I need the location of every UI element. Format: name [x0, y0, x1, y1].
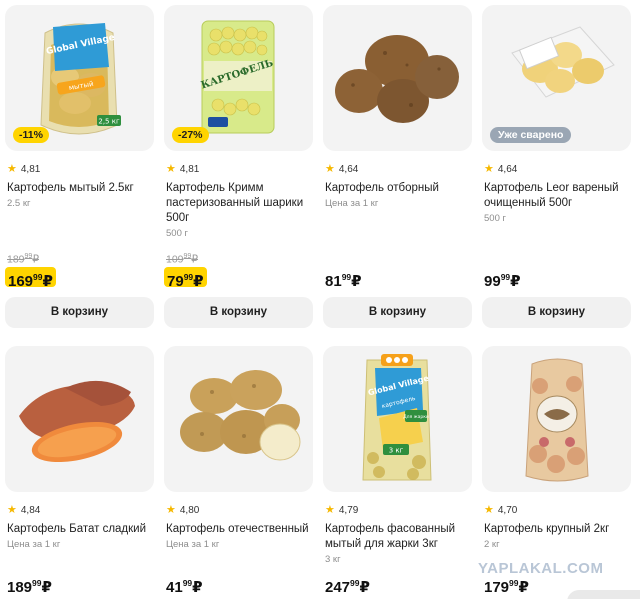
product-name[interactable]: Картофель Батат сладкий Цена за 1 кг: [7, 522, 157, 551]
add-to-cart-button[interactable]: В корзину: [5, 297, 154, 328]
rating-value: 4,64: [497, 164, 518, 175]
price: 4199₽: [166, 578, 203, 596]
rating: ★ 4,81: [7, 162, 40, 176]
product-image[interactable]: Global Village мытый 2,5 кг -11%: [5, 5, 154, 151]
rating-value: 4,70: [497, 505, 518, 516]
price: 8199₽: [325, 272, 362, 290]
product-name[interactable]: Картофель отечественный Цена за 1 кг: [166, 522, 316, 551]
product-weight: Цена за 1 кг: [166, 539, 220, 550]
watermark: YAPLAKAL.COM: [478, 560, 604, 577]
product-weight: 500 г: [484, 213, 506, 224]
rating-value: 4,79: [338, 505, 359, 516]
product-name[interactable]: Картофель Leor вареный очищенный 500г 500…: [484, 181, 634, 225]
star-icon: ★: [7, 504, 17, 516]
product-title[interactable]: Картофель Leor вареный очищенный 500г: [484, 182, 619, 209]
product-weight: 2.5 кг: [7, 198, 31, 209]
rating: ★ 4,84: [7, 503, 40, 517]
sweet-potato-image: [19, 380, 135, 463]
rating-value: 4,84: [20, 505, 41, 516]
product-title[interactable]: Картофель отечественный: [166, 523, 309, 535]
partial-button-corner: [567, 590, 640, 599]
product-name[interactable]: Картофель мытый 2.5кг 2.5 кг: [7, 181, 157, 210]
star-icon: ★: [325, 504, 335, 516]
potato-bag-image: Global Village картофель Для жарки 3 кг: [362, 354, 432, 481]
rating: ★ 4,64: [325, 162, 358, 176]
product-name[interactable]: Картофель крупный 2кг 2 кг: [484, 522, 634, 551]
potatoes-image: [180, 370, 301, 461]
rating: ★ 4,81: [166, 162, 199, 176]
potato-net-bag-image: [525, 358, 589, 482]
package-weight-text: 2,5 кг: [98, 118, 120, 126]
product-image[interactable]: КАРТОФЕЛЬ -27%: [164, 5, 313, 151]
add-to-cart-button[interactable]: В корзину: [164, 297, 313, 328]
star-icon: ★: [166, 504, 176, 516]
star-icon: ★: [484, 504, 494, 516]
product-title[interactable]: Картофель крупный 2кг: [484, 523, 609, 535]
product-name[interactable]: Картофель отборный Цена за 1 кг: [325, 181, 475, 210]
product-grid: Global Village мытый 2,5 кг -11% ★ 4,81 К…: [0, 0, 640, 599]
price: 18999₽: [7, 578, 52, 596]
product-name[interactable]: Картофель фасованный мытый для жарки 3кг…: [325, 522, 475, 566]
rating: ★ 4,64: [484, 162, 517, 176]
old-price: 18999₽: [7, 253, 40, 266]
rating: ★ 4,79: [325, 503, 358, 517]
discount-badge: -11%: [13, 127, 49, 143]
rating-value: 4,81: [20, 164, 41, 175]
old-price: 10999₽: [166, 253, 199, 266]
star-icon: ★: [325, 163, 335, 175]
product-image[interactable]: [482, 346, 631, 492]
rating: ★ 4,70: [484, 503, 517, 517]
product-image[interactable]: Уже сварено: [482, 5, 631, 151]
package-fry-text: Для жарки: [403, 414, 429, 420]
product-image[interactable]: [5, 346, 154, 492]
rating-value: 4,81: [179, 164, 200, 175]
package-weight-text: 3 кг: [389, 447, 404, 455]
product-title[interactable]: Картофель мытый 2.5кг: [7, 182, 134, 194]
product-title[interactable]: Картофель Кримм пастеризованный шарики 5…: [166, 182, 303, 224]
product-weight: 3 кг: [325, 554, 341, 565]
product-weight: Цена за 1 кг: [7, 539, 61, 550]
product-title[interactable]: Картофель фасованный мытый для жарки 3кг: [325, 523, 455, 550]
rating-value: 4,80: [179, 505, 200, 516]
price: 16999₽: [5, 267, 56, 290]
add-to-cart-button[interactable]: В корзину: [323, 297, 472, 328]
product-name[interactable]: Картофель Кримм пастеризованный шарики 5…: [166, 181, 316, 240]
price: 7999₽: [164, 267, 207, 290]
rating: ★ 4,80: [166, 503, 199, 517]
product-weight: Цена за 1 кг: [325, 198, 379, 209]
star-icon: ★: [484, 163, 494, 175]
product-image[interactable]: Global Village картофель Для жарки 3 кг: [323, 346, 472, 492]
cooked-badge: Уже сварено: [490, 127, 572, 143]
rating-value: 4,64: [338, 164, 359, 175]
product-title[interactable]: Картофель отборный: [325, 182, 439, 194]
star-icon: ★: [7, 163, 17, 175]
product-weight: 500 г: [166, 228, 188, 239]
price: 9999₽: [484, 272, 521, 290]
star-icon: ★: [166, 163, 176, 175]
price: 24799₽: [325, 578, 370, 596]
discount-badge: -27%: [172, 127, 209, 143]
product-weight: 2 кг: [484, 539, 500, 550]
product-title[interactable]: Картофель Батат сладкий: [7, 523, 146, 535]
add-to-cart-button[interactable]: В корзину: [482, 297, 631, 328]
potatoes-image: [335, 35, 459, 123]
product-image[interactable]: [164, 346, 313, 492]
product-image[interactable]: [323, 5, 472, 151]
